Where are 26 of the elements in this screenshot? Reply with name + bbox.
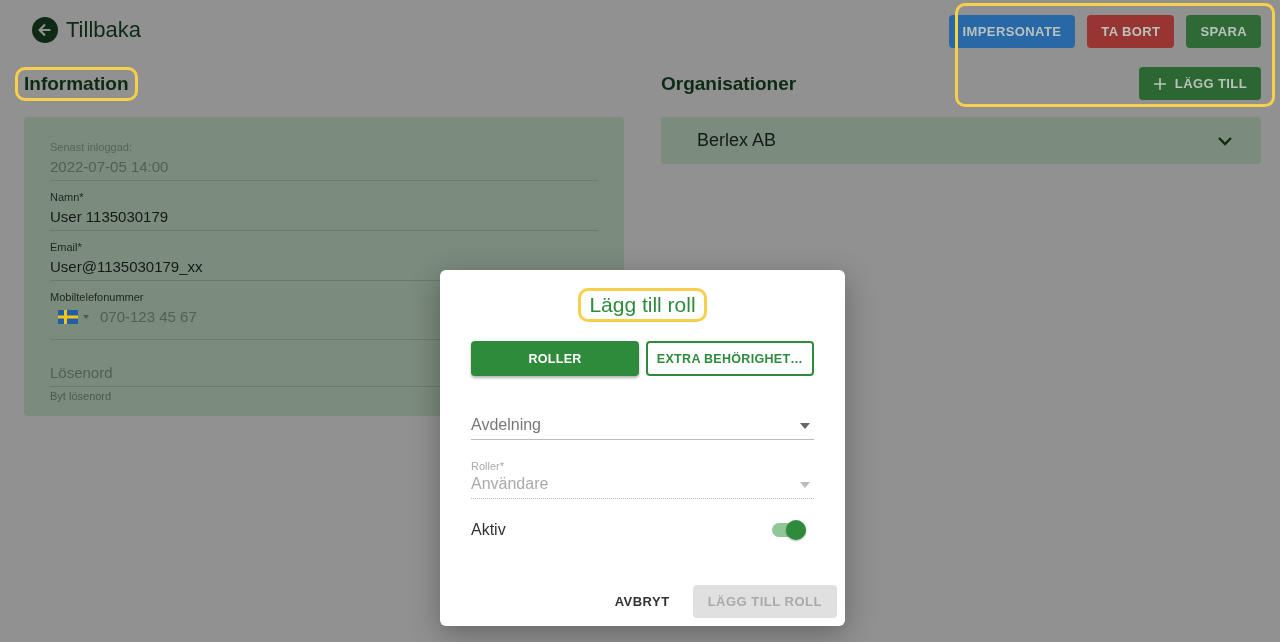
action-button[interactable]: SPARA — [1186, 15, 1261, 48]
caret-icon[interactable] — [82, 313, 90, 320]
dropdown-arrow-icon — [800, 482, 810, 488]
tab[interactable]: EXTRA BEHÖRIGHET… — [646, 341, 814, 376]
organisation-name: Berlex AB — [697, 130, 777, 151]
plus-icon — [1152, 76, 1167, 91]
back-link[interactable]: Tillbaka — [32, 17, 141, 43]
tab[interactable]: ROLLER — [471, 341, 639, 376]
select-field[interactable]: Avdelning — [471, 416, 814, 440]
field-label: Namn* — [50, 191, 85, 203]
switch-label: Aktiv — [471, 521, 506, 539]
add-button[interactable]: LÄGG TILL — [1138, 67, 1261, 100]
dialog-title: Lägg till roll — [578, 288, 707, 322]
section-heading: Organisationer — [661, 71, 797, 96]
dialog-button[interactable]: AVBRYT — [599, 585, 685, 618]
action-button[interactable]: IMPERSONATE — [948, 15, 1076, 48]
field-label: Email* — [50, 241, 83, 253]
text-field[interactable]: User@1135030179_xx — [50, 258, 203, 275]
organisation-item[interactable]: Berlex AB — [661, 117, 1261, 164]
toggle-switch[interactable] — [772, 523, 806, 537]
action-button[interactable]: TA BORT — [1087, 15, 1175, 48]
field-label: Mobiltelefonummer — [50, 291, 145, 303]
dropdown-arrow-icon — [800, 423, 810, 429]
section-heading: Information — [15, 66, 138, 101]
text-field[interactable]: User 1135030179 — [50, 208, 169, 225]
flag-icon[interactable] — [58, 309, 78, 324]
